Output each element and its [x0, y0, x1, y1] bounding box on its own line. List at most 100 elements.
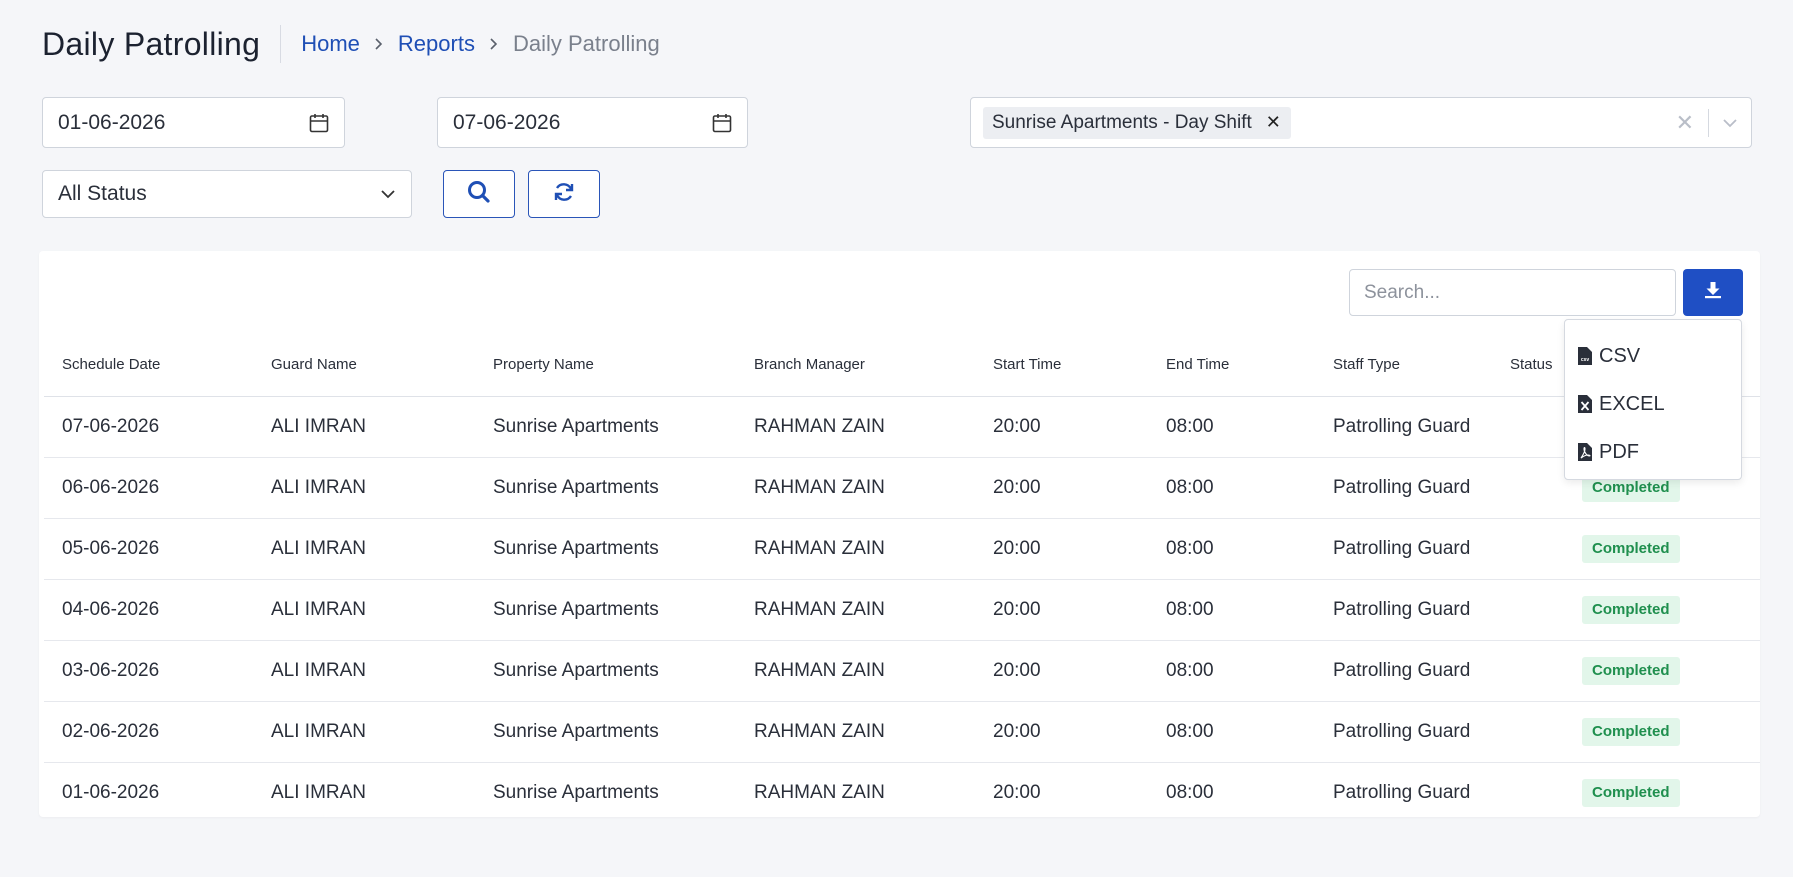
- page-title: Daily Patrolling: [42, 25, 261, 62]
- table-row[interactable]: 04-06-2026 ALI IMRAN Sunrise Apartments RAH…: [44, 580, 1760, 641]
- branch-manager-cell: RAHMAN ZAIN: [754, 721, 885, 742]
- staff-type-cell: Patrolling Guard: [1333, 416, 1471, 437]
- property-name-cell: Sunrise Apartments: [493, 538, 659, 559]
- column-header[interactable]: Staff Type: [1333, 356, 1400, 373]
- download-icon: [1703, 280, 1723, 305]
- start-time-cell: 20:00: [993, 721, 1041, 742]
- excel-file-icon: [1577, 394, 1593, 414]
- table-row[interactable]: 03-06-2026 ALI IMRAN Sunrise Apartments RAH…: [44, 641, 1760, 702]
- start-time-cell: 20:00: [993, 538, 1041, 559]
- table-header: Schedule Date Guard Name Property Name B…: [44, 316, 1760, 397]
- branch-manager-cell: RAHMAN ZAIN: [754, 599, 885, 620]
- table-row[interactable]: 06-06-2026 ALI IMRAN Sunrise Apartments RAH…: [44, 458, 1760, 519]
- breadcrumb-home[interactable]: Home: [301, 31, 360, 57]
- schedule-date-cell: 02-06-2026: [62, 721, 160, 742]
- chip-label: Sunrise Apartments - Day Shift: [992, 111, 1252, 133]
- staff-type-cell: Patrolling Guard: [1333, 660, 1471, 681]
- search-button[interactable]: [443, 170, 515, 218]
- branch-manager-cell: RAHMAN ZAIN: [754, 477, 885, 498]
- breadcrumb: Home Reports Daily Patrolling: [301, 31, 659, 57]
- export-csv-label: CSV: [1599, 344, 1641, 367]
- refresh-icon: [552, 180, 576, 209]
- export-pdf-label: PDF: [1599, 440, 1639, 463]
- status-select-value: All Status: [58, 182, 147, 205]
- guard-name-cell: ALI IMRAN: [271, 416, 367, 437]
- column-header[interactable]: Branch Manager: [754, 356, 865, 373]
- property-name-cell: Sunrise Apartments: [493, 721, 659, 742]
- branch-manager-cell: RAHMAN ZAIN: [754, 660, 885, 681]
- branch-manager-cell: RAHMAN ZAIN: [754, 416, 885, 437]
- schedule-date-cell: 01-06-2026: [62, 782, 160, 803]
- status-badge: Completed: [1582, 779, 1680, 807]
- refresh-button[interactable]: [528, 170, 600, 218]
- table-row[interactable]: 07-06-2026 ALI IMRAN Sunrise Apartments RAH…: [44, 397, 1760, 458]
- export-csv[interactable]: csv CSV: [1565, 332, 1741, 380]
- breadcrumb-reports[interactable]: Reports: [398, 31, 475, 57]
- table-row[interactable]: 02-06-2026 ALI IMRAN Sunrise Apartments RAH…: [44, 702, 1760, 763]
- end-time-cell: 08:00: [1166, 538, 1214, 559]
- remove-chip-icon[interactable]: ✕: [1266, 112, 1281, 133]
- multiselect-separator: [1708, 108, 1709, 137]
- staff-type-cell: Patrolling Guard: [1333, 721, 1471, 742]
- chevron-down-icon: [379, 185, 397, 203]
- calendar-icon[interactable]: [711, 112, 733, 134]
- schedule-date-cell: 03-06-2026: [62, 660, 160, 681]
- status-badge: Completed: [1582, 718, 1680, 746]
- column-header[interactable]: Start Time: [993, 356, 1061, 373]
- start-time-cell: 20:00: [993, 660, 1041, 681]
- start-time-cell: 20:00: [993, 416, 1041, 437]
- property-name-cell: Sunrise Apartments: [493, 416, 659, 437]
- header-divider: [280, 25, 282, 63]
- staff-type-cell: Patrolling Guard: [1333, 599, 1471, 620]
- end-time-cell: 08:00: [1166, 660, 1214, 681]
- schedule-date-cell: 06-06-2026: [62, 477, 160, 498]
- table-body: 07-06-2026 ALI IMRAN Sunrise Apartments RAH…: [44, 397, 1760, 823]
- property-name-cell: Sunrise Apartments: [493, 477, 659, 498]
- guard-name-cell: ALI IMRAN: [271, 782, 367, 803]
- chevron-down-icon[interactable]: [1721, 114, 1739, 132]
- schedule-date-cell: 07-06-2026: [62, 416, 160, 437]
- export-menu: csv CSV EXCEL PDF: [1564, 319, 1742, 480]
- schedule-date-cell: 05-06-2026: [62, 538, 160, 559]
- property-multiselect[interactable]: Sunrise Apartments - Day Shift ✕ ✕: [970, 97, 1752, 148]
- end-date-value: 07-06-2026: [453, 110, 561, 134]
- chevron-right-icon: [487, 37, 501, 51]
- csv-file-icon: csv: [1577, 346, 1593, 366]
- start-date-value: 01-06-2026: [58, 110, 166, 134]
- branch-manager-cell: RAHMAN ZAIN: [754, 782, 885, 803]
- export-excel-label: EXCEL: [1599, 392, 1665, 415]
- end-date-input[interactable]: 07-06-2026: [437, 97, 748, 148]
- download-button[interactable]: [1683, 269, 1743, 316]
- column-header[interactable]: Status: [1510, 356, 1553, 373]
- property-name-cell: Sunrise Apartments: [493, 660, 659, 681]
- export-pdf[interactable]: PDF: [1565, 428, 1741, 476]
- column-header[interactable]: End Time: [1166, 356, 1229, 373]
- guard-name-cell: ALI IMRAN: [271, 599, 367, 620]
- calendar-icon[interactable]: [308, 112, 330, 134]
- schedule-date-cell: 04-06-2026: [62, 599, 160, 620]
- status-badge: Completed: [1582, 657, 1680, 685]
- end-time-cell: 08:00: [1166, 477, 1214, 498]
- staff-type-cell: Patrolling Guard: [1333, 477, 1471, 498]
- column-header[interactable]: Guard Name: [271, 356, 357, 373]
- property-name-cell: Sunrise Apartments: [493, 782, 659, 803]
- clear-icon[interactable]: ✕: [1676, 110, 1694, 136]
- status-badge: Completed: [1582, 535, 1680, 563]
- start-time-cell: 20:00: [993, 599, 1041, 620]
- table-search-input[interactable]: [1349, 269, 1676, 316]
- status-select[interactable]: All Status: [42, 170, 412, 218]
- search-icon: [466, 179, 492, 210]
- table-row[interactable]: 05-06-2026 ALI IMRAN Sunrise Apartments RAH…: [44, 519, 1760, 580]
- end-time-cell: 08:00: [1166, 782, 1214, 803]
- table-row[interactable]: 01-06-2026 ALI IMRAN Sunrise Apartments RAH…: [44, 763, 1760, 823]
- chevron-right-icon: [372, 37, 386, 51]
- guard-name-cell: ALI IMRAN: [271, 721, 367, 742]
- patrol-table: Schedule Date Guard Name Property Name B…: [44, 316, 1760, 823]
- branch-manager-cell: RAHMAN ZAIN: [754, 538, 885, 559]
- export-excel[interactable]: EXCEL: [1565, 380, 1741, 428]
- column-header[interactable]: Schedule Date: [62, 356, 160, 373]
- column-header[interactable]: Property Name: [493, 356, 594, 373]
- start-date-input[interactable]: 01-06-2026: [42, 97, 345, 148]
- staff-type-cell: Patrolling Guard: [1333, 538, 1471, 559]
- start-time-cell: 20:00: [993, 477, 1041, 498]
